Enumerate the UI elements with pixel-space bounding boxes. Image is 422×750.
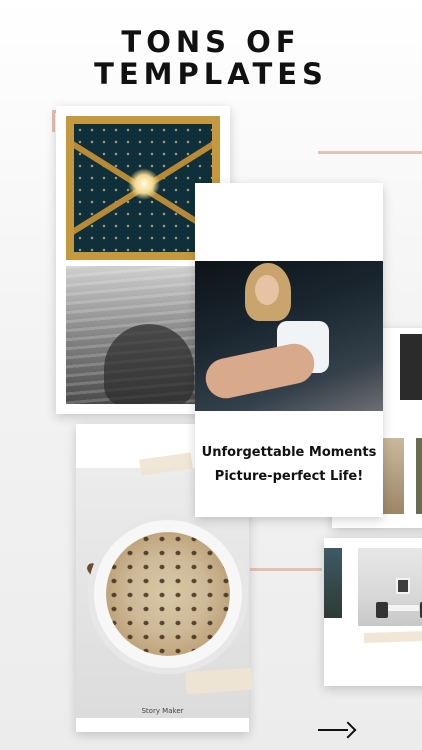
interior-table bbox=[386, 604, 420, 612]
interior-chair-left bbox=[376, 602, 388, 618]
girl-legs bbox=[202, 340, 318, 402]
porridge-toppings bbox=[106, 532, 230, 656]
template-photo-right-mid-2 bbox=[416, 438, 422, 514]
quote-line-1: Unforgettable Moments bbox=[201, 445, 377, 460]
template-photo-interior bbox=[358, 548, 422, 626]
arrow-head bbox=[339, 721, 357, 739]
ceiling-chandelier bbox=[128, 168, 160, 200]
template-card-right-bottom[interactable] bbox=[324, 538, 422, 686]
tape-decoration-right bbox=[363, 630, 422, 644]
template-photo-girl bbox=[195, 261, 383, 411]
underwater-swimmer bbox=[104, 324, 194, 404]
accent-line-middle bbox=[250, 568, 322, 571]
headline-line-2: TEMPLATES bbox=[94, 57, 328, 91]
tape-decoration-bottom bbox=[185, 667, 253, 695]
template-photo-right-top bbox=[400, 334, 422, 400]
headline-line-1: TONS OF bbox=[121, 25, 301, 59]
arrow-right-icon[interactable] bbox=[312, 716, 358, 744]
template-photo-right-mid bbox=[382, 438, 404, 514]
accent-line-top-right bbox=[318, 151, 422, 154]
template-card-quote[interactable]: Unforgettable Moments Picture-perfect Li… bbox=[195, 183, 383, 517]
template-photo-left-strip bbox=[324, 548, 342, 618]
interior-wall-picture bbox=[396, 578, 410, 594]
girl-face bbox=[255, 275, 279, 305]
quote-line-2: Picture-perfect Life! bbox=[214, 469, 364, 484]
accent-corner-vertical bbox=[52, 110, 55, 132]
story-maker-label: Story Maker bbox=[141, 707, 184, 715]
